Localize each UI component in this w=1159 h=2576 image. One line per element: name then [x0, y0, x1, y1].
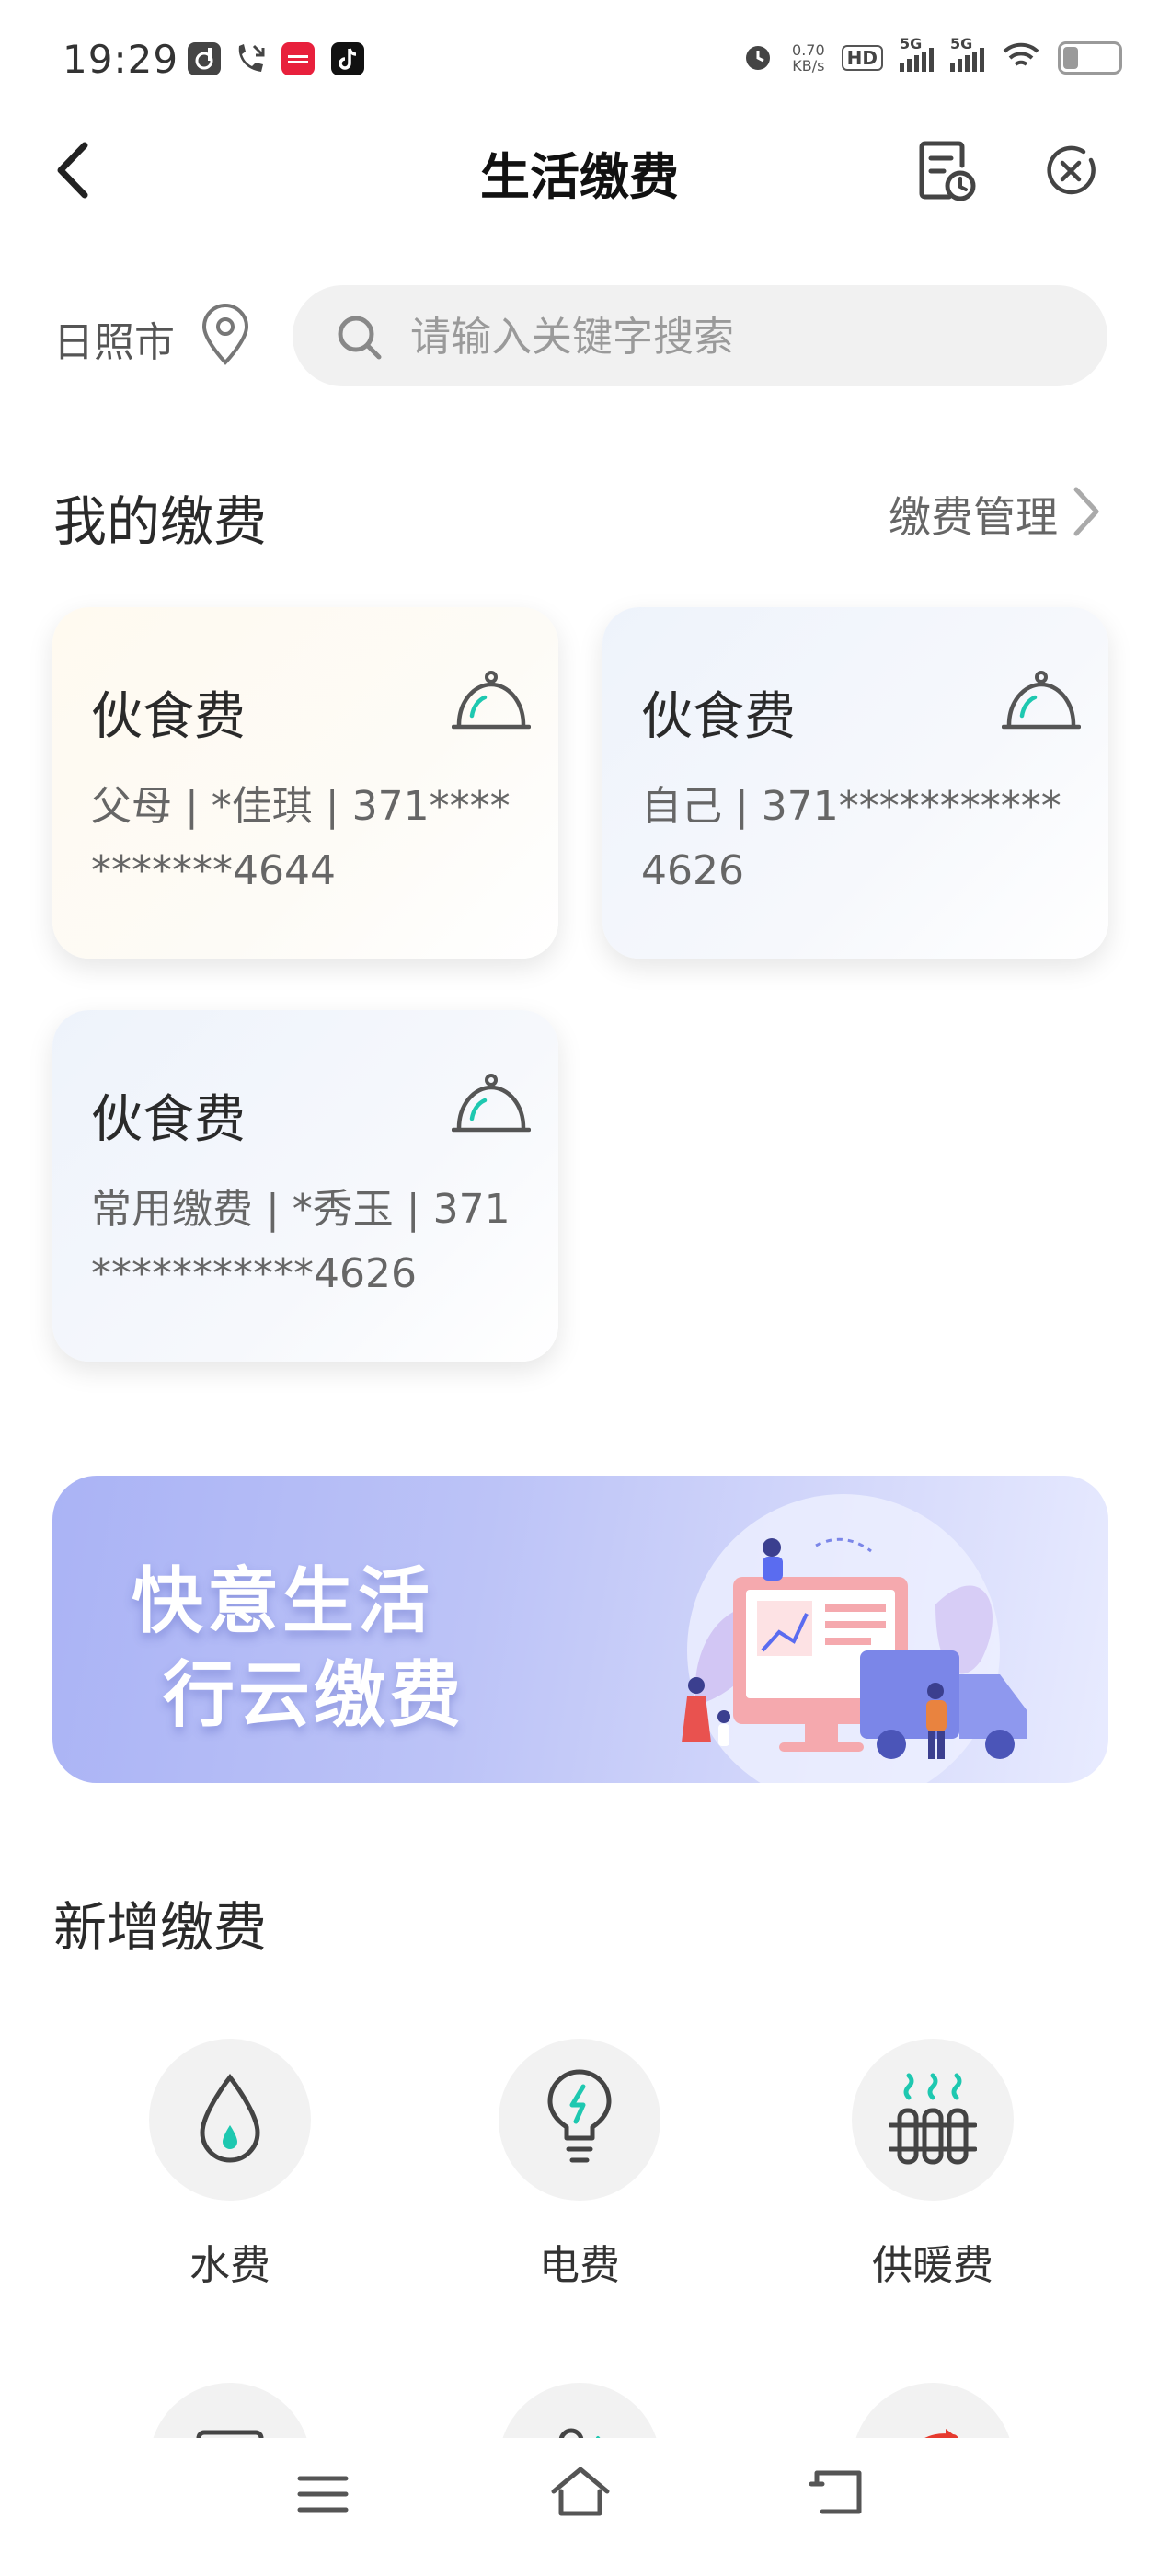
new-payment-title: 新增缴费 — [53, 1896, 268, 1959]
my-payments-title: 我的缴费 — [53, 490, 268, 553]
search-bar[interactable] — [293, 285, 1107, 388]
menu-button[interactable] — [294, 2471, 351, 2517]
chevron-right-icon[interactable] — [1067, 482, 1104, 541]
water-drop-icon — [200, 2073, 260, 2163]
status-right: 0.70 KB/s HD 5G 5G — [740, 35, 1122, 77]
alarm-icon — [740, 39, 775, 77]
search-input[interactable] — [408, 285, 1074, 388]
promo-banner[interactable]: 快意生活 行云缴费 — [52, 1476, 1108, 1783]
tiktok-icon — [331, 42, 364, 75]
hd-badge: HD — [841, 45, 883, 71]
banner-line2: 行云缴费 — [163, 1654, 465, 1737]
close-button[interactable] — [1043, 144, 1098, 199]
home-icon — [551, 2467, 610, 2516]
card-title: 伙食费 — [641, 687, 796, 747]
system-nav-bar — [0, 2438, 1159, 2576]
heating-fee-button[interactable] — [852, 2039, 1014, 2201]
city-selector[interactable]: 日照市 — [53, 309, 175, 368]
heater-icon — [889, 2073, 977, 2165]
payment-manage-link[interactable]: 缴费管理 — [889, 484, 1058, 545]
back-arrow-icon — [809, 2470, 862, 2514]
shopping-app-icon — [281, 42, 315, 75]
location-pin-icon[interactable] — [197, 302, 254, 368]
water-fee-button[interactable] — [149, 2039, 311, 2201]
payment-record-button[interactable] — [916, 138, 977, 204]
signal-sim1-icon: 5G — [900, 35, 934, 72]
food-cloche-icon — [452, 1074, 531, 1133]
page-title: 生活缴费 — [480, 148, 679, 206]
menu-icon — [297, 2476, 349, 2513]
back-nav-button[interactable] — [809, 2466, 868, 2519]
close-circle-icon — [1047, 145, 1096, 195]
status-time: 19:29 — [63, 37, 179, 82]
home-button[interactable] — [548, 2464, 613, 2521]
service-label: 供暖费 — [872, 2242, 993, 2289]
food-cloche-icon — [1002, 671, 1081, 730]
bill-clock-icon — [919, 141, 976, 201]
signal-sim2-icon: 5G — [950, 35, 984, 72]
card-title: 伙食费 — [91, 1090, 246, 1150]
payment-card[interactable]: 伙食费 父母 | *佳琪 | 371***********4644 — [52, 607, 558, 959]
wifi-icon — [1001, 40, 1041, 75]
service-label: 水费 — [189, 2242, 270, 2289]
food-cloche-icon — [452, 671, 531, 730]
card-detail: 父母 | *佳琪 | 371***********4644 — [91, 783, 511, 894]
missed-call-icon — [232, 40, 269, 81]
light-bulb-icon — [547, 2069, 612, 2163]
net-speed: 0.70 KB/s — [792, 41, 825, 75]
banner-line1: 快意生活 — [132, 1560, 434, 1643]
electricity-fee-button[interactable] — [499, 2039, 660, 2201]
city-label: 日照市 — [53, 319, 175, 366]
payment-card[interactable]: 伙食费 自己 | 371***********4626 — [602, 607, 1108, 959]
battery-icon — [1058, 41, 1122, 75]
card-detail: 常用缴费 | *秀玉 | 371***********4626 — [91, 1186, 511, 1297]
card-title: 伙食费 — [91, 687, 246, 747]
card-detail: 自己 | 371***********4626 — [641, 783, 1061, 894]
service-label: 电费 — [539, 2242, 620, 2289]
payment-card[interactable]: 伙食费 常用缴费 | *秀玉 | 371***********4626 — [52, 1010, 558, 1362]
app-notification-icon — [188, 42, 221, 75]
search-icon — [338, 316, 382, 360]
payment-manage-label: 缴费管理 — [889, 492, 1058, 542]
